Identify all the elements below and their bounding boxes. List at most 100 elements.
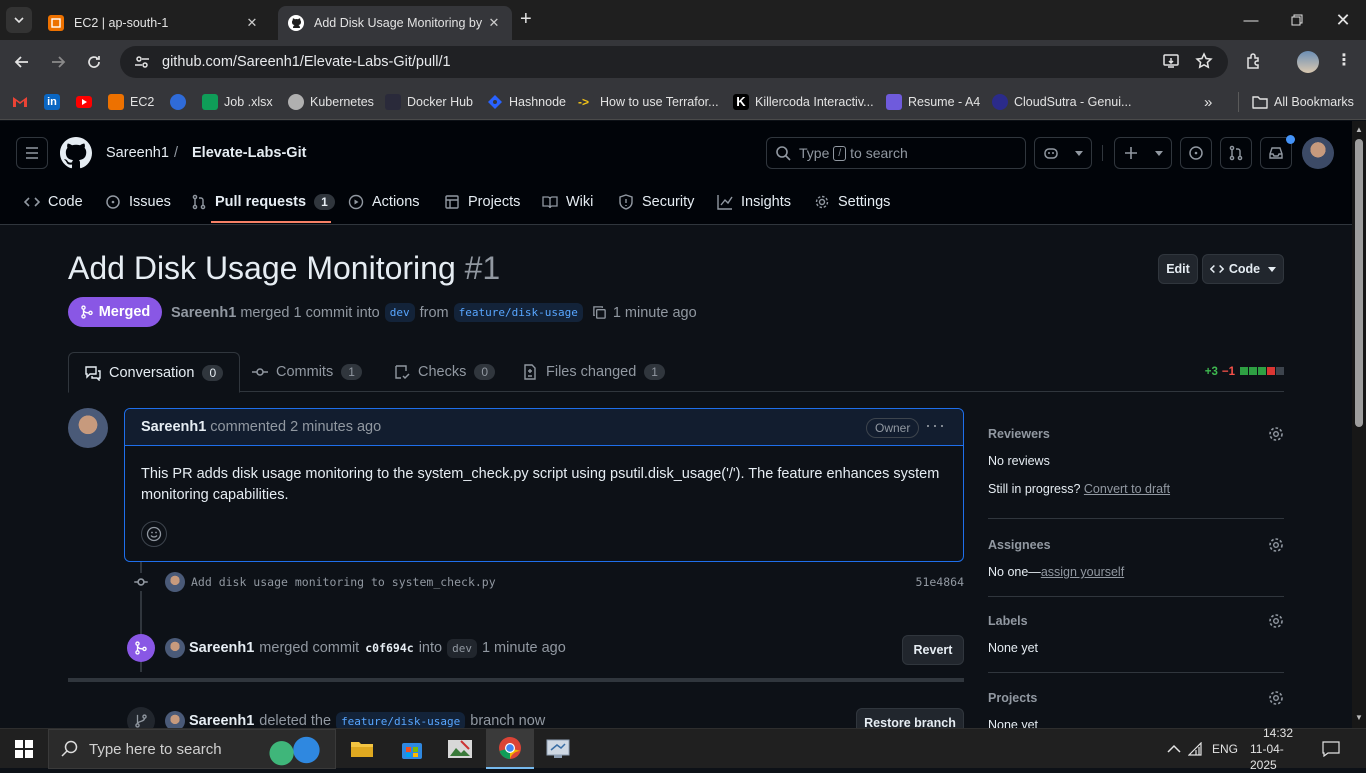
- nav-insights[interactable]: Insights: [717, 183, 791, 221]
- forward-button[interactable]: [48, 52, 68, 72]
- tab-search-button[interactable]: [6, 7, 32, 33]
- tab-files-changed[interactable]: Files changed 1: [522, 352, 665, 392]
- scroll-up-icon[interactable]: ▲: [1355, 125, 1363, 134]
- merge-author-avatar[interactable]: [165, 638, 185, 658]
- restore-button[interactable]: [1274, 0, 1320, 40]
- bookmark-youtube[interactable]: [76, 93, 92, 111]
- bookmark-blue[interactable]: [170, 93, 192, 111]
- network-icon[interactable]: [1188, 729, 1208, 769]
- bookmark-kubernetes[interactable]: Kubernetes: [288, 93, 374, 111]
- comment-timestamp[interactable]: commented 2 minutes ago: [210, 419, 381, 435]
- nav-projects[interactable]: Projects: [444, 183, 520, 221]
- commit-sha[interactable]: 51e4864: [916, 575, 964, 589]
- merged-text: merged 1 commit into: [240, 304, 380, 321]
- site-info-icon[interactable]: [134, 54, 150, 70]
- head-branch[interactable]: feature/disk-usage: [453, 303, 583, 322]
- bookmark-gmail[interactable]: [12, 93, 28, 111]
- bookmark-dockerhub[interactable]: Docker Hub: [385, 93, 473, 111]
- taskbar-photos[interactable]: [436, 729, 484, 769]
- delete-author[interactable]: Sareenh1: [189, 713, 254, 729]
- base-branch[interactable]: dev: [384, 303, 415, 322]
- bookmark-cloudsutra[interactable]: CloudSutra - Genui...: [992, 93, 1131, 111]
- start-button[interactable]: [0, 729, 48, 769]
- taskbar-store[interactable]: [388, 729, 436, 769]
- gear-icon[interactable]: [1268, 537, 1284, 553]
- tab-conversation[interactable]: Conversation 0: [68, 352, 241, 393]
- bookmark-resume[interactable]: Resume - A4: [886, 93, 980, 111]
- repo-owner-link[interactable]: Sareenh1: [106, 145, 169, 161]
- extensions-icon[interactable]: [1245, 52, 1263, 70]
- merge-base-branch[interactable]: dev: [447, 638, 477, 658]
- taskbar-chrome[interactable]: [486, 729, 534, 769]
- notifications-button[interactable]: [1322, 729, 1344, 769]
- search-input[interactable]: Type / to search: [766, 137, 1026, 169]
- close-tab-icon[interactable]: ✕: [486, 15, 502, 31]
- copy-icon[interactable]: [592, 305, 607, 320]
- merge-author[interactable]: Sareenh1: [189, 640, 254, 656]
- create-new-button[interactable]: [1114, 137, 1172, 169]
- user-avatar[interactable]: [1302, 137, 1334, 169]
- bookmark-ec2[interactable]: EC2: [108, 93, 154, 111]
- browser-tab-github[interactable]: Add Disk Usage Monitoring by ✕: [278, 6, 512, 40]
- more-bookmarks-icon[interactable]: »: [1204, 93, 1212, 111]
- nav-code[interactable]: Code: [24, 183, 83, 221]
- all-bookmarks-button[interactable]: All Bookmarks: [1252, 93, 1354, 111]
- star-icon[interactable]: [1195, 52, 1213, 70]
- add-reaction-button[interactable]: [141, 521, 167, 547]
- convert-to-draft-link[interactable]: Convert to draft: [1084, 482, 1170, 496]
- show-hidden-icons[interactable]: [1162, 729, 1186, 769]
- hamburger-menu-button[interactable]: [16, 137, 48, 169]
- gear-icon[interactable]: [1268, 690, 1284, 706]
- repo-name-link[interactable]: Elevate-Labs-Git: [192, 145, 306, 161]
- issues-button[interactable]: [1180, 137, 1212, 169]
- tab-checks[interactable]: Checks 0: [394, 352, 496, 392]
- merge-sha[interactable]: c0f694c: [365, 641, 413, 655]
- comment-author-avatar[interactable]: [68, 408, 108, 448]
- nav-issues[interactable]: Issues: [105, 183, 171, 221]
- taskbar-remote-desktop[interactable]: [534, 729, 582, 769]
- author-link[interactable]: Sareenh1: [171, 305, 236, 321]
- nav-pull-requests[interactable]: Pull requests 1: [191, 183, 335, 221]
- bookmark-linkedin[interactable]: in: [44, 93, 60, 111]
- gear-icon[interactable]: [1268, 426, 1284, 442]
- input-language[interactable]: ENG: [1212, 729, 1238, 769]
- install-app-icon[interactable]: [1162, 52, 1180, 70]
- page-scrollbar[interactable]: ▲ ▼: [1352, 121, 1366, 728]
- revert-button[interactable]: Revert: [902, 635, 964, 665]
- scroll-down-icon[interactable]: ▼: [1355, 713, 1363, 722]
- close-tab-icon[interactable]: ✕: [244, 15, 260, 31]
- gear-icon[interactable]: [1268, 613, 1284, 629]
- taskbar-search-input[interactable]: Type here to search: [48, 729, 336, 769]
- scrollbar-thumb[interactable]: [1355, 139, 1363, 427]
- browser-tab-ec2[interactable]: EC2 | ap-south-1 ✕: [38, 6, 270, 40]
- nav-security[interactable]: Security: [618, 183, 694, 221]
- commit-author-avatar[interactable]: [165, 572, 185, 592]
- nav-actions[interactable]: Actions: [348, 183, 420, 221]
- profile-avatar[interactable]: [1297, 51, 1319, 73]
- taskbar-file-explorer[interactable]: [338, 729, 386, 769]
- nav-wiki[interactable]: Wiki: [542, 183, 593, 221]
- bookmark-killercoda[interactable]: K Killercoda Interactiv...: [733, 93, 874, 111]
- commit-message[interactable]: Add disk usage monitoring to system_chec…: [191, 575, 496, 589]
- close-window-button[interactable]: ✕: [1320, 0, 1366, 40]
- clock[interactable]: 14:32 11-04-2025: [1250, 726, 1306, 772]
- kebab-menu-icon[interactable]: ···: [925, 415, 946, 436]
- pull-requests-button[interactable]: [1220, 137, 1252, 169]
- github-logo-icon[interactable]: [60, 137, 92, 169]
- bookmark-job[interactable]: Job .xlsx: [202, 93, 273, 111]
- menu-icon[interactable]: ⋮: [1336, 50, 1352, 70]
- code-dropdown-button[interactable]: Code: [1202, 254, 1284, 284]
- reload-button[interactable]: [84, 52, 104, 72]
- bookmark-terraform[interactable]: -> How to use Terrafor...: [578, 93, 719, 111]
- comment-author[interactable]: Sareenh1: [141, 419, 206, 435]
- bookmark-hashnode[interactable]: Hashnode: [487, 93, 566, 111]
- nav-settings[interactable]: Settings: [814, 183, 890, 221]
- tab-commits[interactable]: Commits 1: [252, 352, 362, 392]
- minimize-button[interactable]: —: [1228, 0, 1274, 40]
- edit-title-button[interactable]: Edit: [1158, 254, 1198, 284]
- new-tab-button[interactable]: +: [520, 9, 532, 29]
- assign-yourself-link[interactable]: assign yourself: [1041, 565, 1124, 579]
- copilot-button[interactable]: [1034, 137, 1092, 169]
- back-button[interactable]: [12, 52, 32, 72]
- address-bar[interactable]: github.com/Sareenh1/Elevate-Labs-Git/pul…: [120, 46, 1228, 78]
